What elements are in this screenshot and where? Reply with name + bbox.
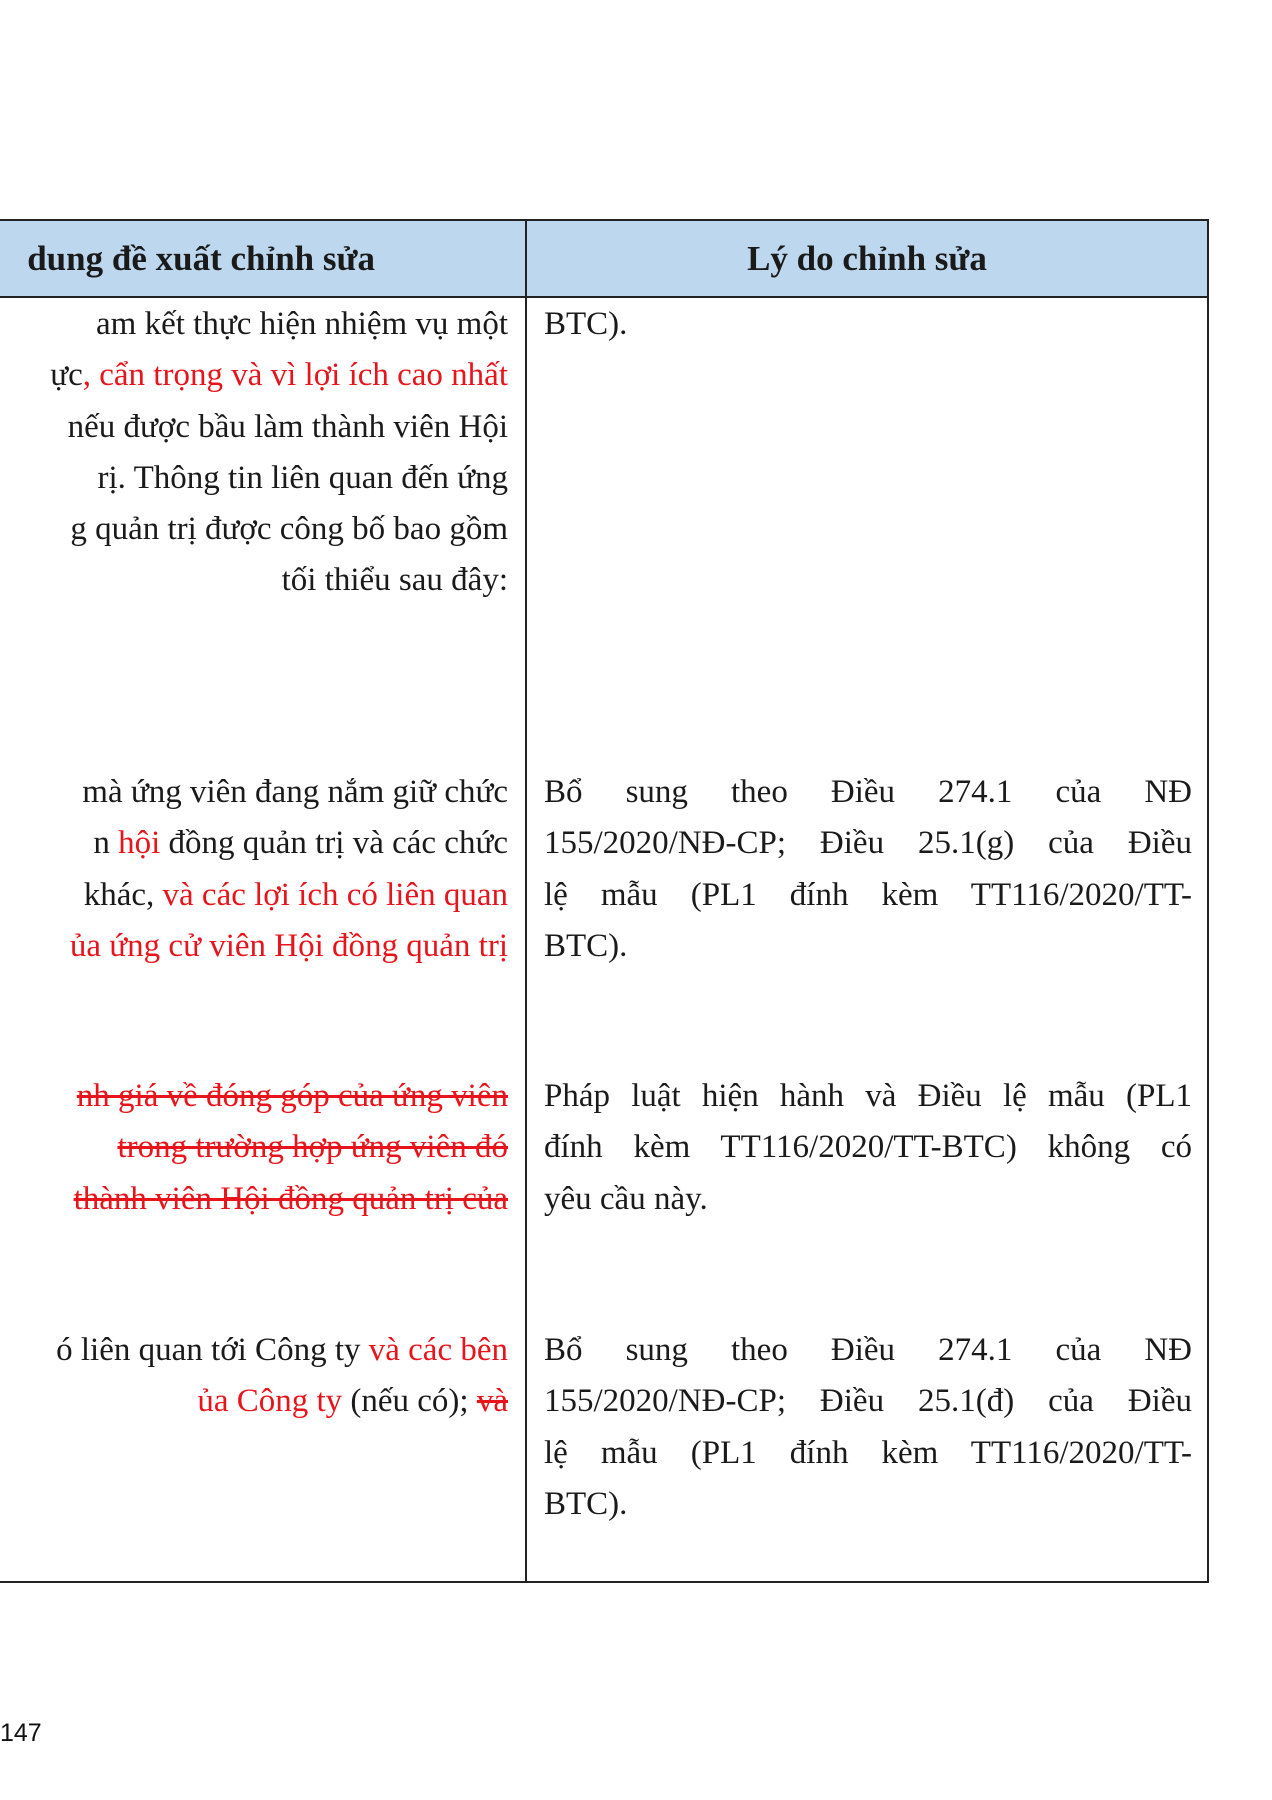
deleted-text: nh giá về đóng góp của ứng viên <box>76 1078 508 1114</box>
revision-table: dung đề xuất chỉnh sửa Lý do chỉnh sửa a… <box>0 219 1209 1583</box>
text-segment: mà ứng viên đang nắm giữ chức <box>82 774 508 810</box>
inserted-text: và các bên <box>368 1332 508 1368</box>
table-row-1-proposed: am kết thực hiện nhiệm vụ một ực, cẩn trọ… <box>0 299 525 607</box>
header-reason: Lý do chỉnh sửa <box>747 239 987 278</box>
text-segment: đồng quản trị và các chức <box>160 825 509 862</box>
page-number: 147 <box>0 1719 42 1747</box>
text-segment: ực <box>50 357 83 394</box>
reason-text-line: Bổ sung theo Điều 274.1 của NĐ <box>544 1332 1192 1368</box>
table-row-3-proposed: nh giá về đóng góp của ứng viên trong tr… <box>0 1071 525 1225</box>
proposed-text-line: am kết thực hiện nhiệm vụ một <box>0 299 525 350</box>
header-proposed-content: dung đề xuất chỉnh sửa <box>0 221 525 296</box>
proposed-text-line: thành viên Hội đồng quản trị của <box>0 1174 525 1225</box>
inserted-text: ủa Công ty <box>197 1383 343 1420</box>
table-row-1-reason: BTC). <box>544 299 1192 350</box>
deleted-text: thành viên Hội đồng quản trị của <box>73 1180 508 1217</box>
table-row-4-reason: Bổ sung theo Điều 274.1 của NĐ 155/2020/N… <box>544 1325 1192 1530</box>
reason-text-line: yêu cầu này. <box>544 1180 708 1217</box>
text-segment: nếu được bầu làm thành viên Hội <box>67 408 508 445</box>
reason-text-line: BTC). <box>544 1485 628 1522</box>
reason-text-line: lệ mẫu (PL1 đính kèm TT116/2020/TT- <box>544 1434 1192 1471</box>
header-proposed-content-label: dung đề xuất chỉnh sửa <box>27 239 375 278</box>
table-row-3-reason: Pháp luật hiện hành và Điều lệ mẫu (PL1 đ… <box>544 1071 1192 1225</box>
table-row-2-reason: Bổ sung theo Điều 274.1 của NĐ 155/2020/N… <box>544 767 1192 972</box>
proposed-text-line: tối thiểu sau đây: <box>0 555 525 606</box>
document-page: dung đề xuất chỉnh sửa Lý do chỉnh sửa a… <box>0 0 1272 1800</box>
text-segment: ó liên quan tới Công ty <box>56 1332 369 1368</box>
proposed-text-line: ủa ứng cử viên Hội đồng quản trị <box>0 921 525 972</box>
reason-text-line: 155/2020/NĐ-CP; Điều 25.1(đ) của Điều <box>544 1383 1192 1420</box>
proposed-text-line: rị. Thông tin liên quan đến ứng <box>0 453 525 504</box>
text-segment: khác, <box>83 876 163 913</box>
inserted-text: ủa ứng cử viên Hội đồng quản trị <box>69 927 508 964</box>
deleted-text: trong trường hợp ứng viên đó <box>117 1129 508 1166</box>
text-segment: g quản trị được công bố bao gồm <box>70 511 508 548</box>
proposed-text-line: mà ứng viên đang nắm giữ chức <box>0 767 525 818</box>
proposed-text-line: n hội đồng quản trị và các chức <box>0 818 525 869</box>
table-header-row: dung đề xuất chỉnh sửa Lý do chỉnh sửa <box>0 221 1207 298</box>
table-row-2-proposed: mà ứng viên đang nắm giữ chức n hội đồng … <box>0 767 525 972</box>
table-row-4-proposed: ó liên quan tới Công ty và các bên ủa Côn… <box>0 1325 525 1428</box>
reason-text-line: BTC). <box>544 927 628 964</box>
reason-text-line: BTC). <box>544 306 628 342</box>
deleted-text: và <box>476 1383 508 1420</box>
text-segment: rị. Thông tin liên quan đến ứng <box>97 459 508 496</box>
inserted-text: hội <box>118 825 161 862</box>
proposed-text-line: nh giá về đóng góp của ứng viên <box>0 1071 525 1122</box>
reason-text-line: lệ mẫu (PL1 đính kèm TT116/2020/TT- <box>544 876 1192 913</box>
proposed-text-line: ực, cẩn trọng và vì lợi ích cao nhất <box>0 350 525 401</box>
reason-text-line: Pháp luật hiện hành và Điều lệ mẫu (PL1 <box>544 1078 1192 1114</box>
reason-text-line: 155/2020/NĐ-CP; Điều 25.1(g) của Điều <box>544 825 1192 862</box>
proposed-text-line: khác, và các lợi ích có liên quan <box>0 870 525 921</box>
proposed-text-line: trong trường hợp ứng viên đó <box>0 1122 525 1173</box>
proposed-text-line: ủa Công ty (nếu có); và <box>0 1376 525 1427</box>
inserted-text: và các lợi ích có liên quan <box>162 876 508 913</box>
column-divider <box>525 221 527 1581</box>
reason-text-line: đính kèm TT116/2020/TT-BTC) không có <box>544 1129 1192 1166</box>
proposed-text-line: g quản trị được công bố bao gồm <box>0 504 525 555</box>
text-segment: am kết thực hiện nhiệm vụ một <box>96 306 508 342</box>
reason-text-line: Bổ sung theo Điều 274.1 của NĐ <box>544 774 1192 810</box>
text-segment: n <box>93 825 119 862</box>
text-segment: (nếu có); <box>342 1383 477 1420</box>
inserted-text: , cẩn trọng và vì lợi ích cao nhất <box>82 357 508 394</box>
text-segment: tối thiểu sau đây: <box>281 562 508 599</box>
proposed-text-line: ó liên quan tới Công ty và các bên <box>0 1325 525 1376</box>
proposed-text-line: nếu được bầu làm thành viên Hội <box>0 402 525 453</box>
